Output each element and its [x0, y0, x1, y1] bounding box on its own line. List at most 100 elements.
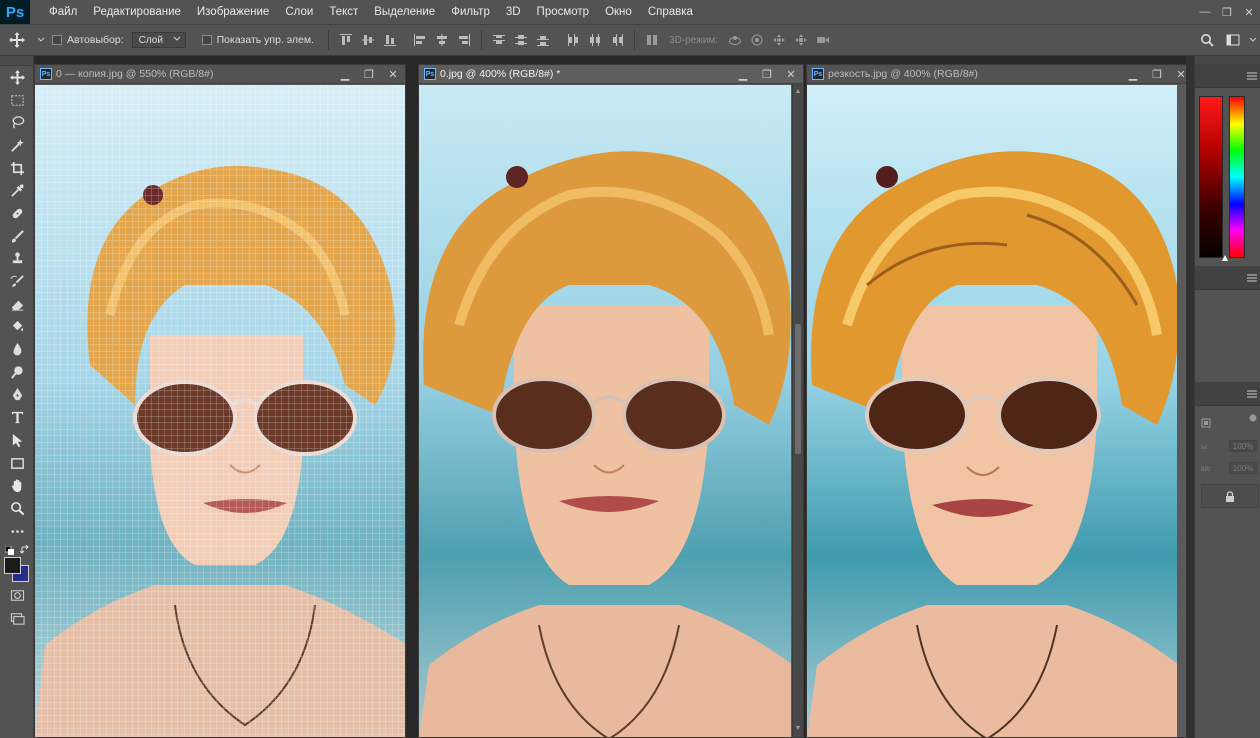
- menu-help[interactable]: Справка: [640, 0, 701, 24]
- align-top-edges-button[interactable]: [335, 29, 357, 51]
- lasso-tool[interactable]: [0, 111, 34, 134]
- distribute-right-button[interactable]: [606, 29, 628, 51]
- pen-tool[interactable]: [0, 384, 34, 407]
- document-tab[interactable]: Ps 0 — копия.jpg @ 550% (RGB/8#) ▁ ❐ ✕: [35, 65, 405, 84]
- eyedropper-tool[interactable]: [0, 179, 34, 202]
- marquee-tool[interactable]: [0, 89, 34, 112]
- hue-slider-marker-icon[interactable]: [1222, 255, 1228, 261]
- menu-file[interactable]: Файл: [41, 0, 85, 24]
- restore-app-button[interactable]: ❐: [1216, 0, 1238, 24]
- menu-view[interactable]: Просмотр: [529, 0, 598, 24]
- paint-bucket-tool[interactable]: [0, 316, 34, 339]
- document-window-original[interactable]: Ps 0.jpg @ 400% (RGB/8#) * ▁ ❐ ✕ ▲ ▼: [418, 64, 804, 738]
- minimize-document-button[interactable]: ▁: [333, 65, 357, 84]
- adjustments-panel-tab[interactable]: [1195, 266, 1260, 290]
- menu-window[interactable]: Окно: [597, 0, 640, 24]
- menu-edit[interactable]: Редактирование: [85, 0, 189, 24]
- close-document-button[interactable]: ✕: [779, 65, 803, 84]
- 3d-slide-button[interactable]: [790, 29, 812, 51]
- search-button[interactable]: [1194, 25, 1220, 55]
- panel-menu-icon[interactable]: [1247, 390, 1257, 398]
- document-canvas[interactable]: [35, 85, 405, 737]
- 3d-pan-button[interactable]: [768, 29, 790, 51]
- menu-select[interactable]: Выделение: [366, 0, 443, 24]
- align-bottom-edges-button[interactable]: [379, 29, 401, 51]
- show-transform-checkbox[interactable]: [201, 35, 212, 45]
- document-window-copy[interactable]: Ps 0 — копия.jpg @ 550% (RGB/8#) ▁ ❐ ✕: [34, 64, 406, 738]
- hue-spectrum-slider[interactable]: [1229, 96, 1245, 258]
- type-tool[interactable]: [0, 406, 34, 429]
- rectangle-tool[interactable]: [0, 452, 34, 475]
- color-shade-field[interactable]: [1199, 96, 1223, 258]
- filter-toggle-icon[interactable]: [1249, 414, 1257, 422]
- auto-select-checkbox[interactable]: [52, 35, 62, 45]
- brush-tool[interactable]: [0, 225, 34, 248]
- document-window-sharpened[interactable]: Ps резкость.jpg @ 400% (RGB/8#) ▁ ❐ ✕: [806, 64, 1194, 738]
- hand-tool[interactable]: [0, 474, 34, 497]
- 3d-scale-button[interactable]: [812, 29, 834, 51]
- document-canvas[interactable]: [807, 85, 1177, 737]
- clone-stamp-tool[interactable]: [0, 248, 34, 271]
- scroll-down-icon[interactable]: ▼: [794, 725, 802, 733]
- vertical-scrollbar[interactable]: ▲ ▼: [792, 84, 803, 737]
- distribute-hcenter-button[interactable]: [584, 29, 606, 51]
- screen-mode-button[interactable]: [0, 607, 34, 630]
- menu-filter[interactable]: Фильтр: [443, 0, 498, 24]
- move-tool[interactable]: [0, 66, 34, 89]
- layer-filter-icon[interactable]: [1201, 418, 1211, 428]
- restore-document-button[interactable]: ❐: [755, 65, 779, 84]
- scroll-up-icon[interactable]: ▲: [794, 88, 802, 96]
- healing-brush-tool[interactable]: [0, 202, 34, 225]
- restore-document-button[interactable]: ❐: [1145, 65, 1169, 84]
- panel-menu-icon[interactable]: [1247, 72, 1257, 80]
- dodge-tool[interactable]: [0, 361, 34, 384]
- chevron-down-icon[interactable]: [37, 36, 45, 44]
- layers-panel-tab[interactable]: [1195, 382, 1260, 406]
- tool-preset-picker[interactable]: [0, 25, 34, 55]
- menu-layer[interactable]: Слои: [277, 0, 321, 24]
- opacity-field[interactable]: 100%: [1229, 440, 1257, 452]
- auto-align-layers-button[interactable]: [641, 29, 663, 51]
- minimize-document-button[interactable]: ▁: [731, 65, 755, 84]
- document-tab[interactable]: Ps 0.jpg @ 400% (RGB/8#) * ▁ ❐ ✕: [419, 65, 803, 84]
- history-brush-tool[interactable]: [0, 270, 34, 293]
- document-tab[interactable]: Ps резкость.jpg @ 400% (RGB/8#) ▁ ❐ ✕: [807, 65, 1193, 84]
- menu-type[interactable]: Текст: [321, 0, 366, 24]
- auto-select-dropdown[interactable]: Слой: [131, 32, 186, 48]
- quick-mask-button[interactable]: [0, 584, 34, 607]
- menu-image[interactable]: Изображение: [189, 0, 277, 24]
- edit-toolbar-button[interactable]: [0, 520, 34, 543]
- scrollbar-thumb[interactable]: [795, 324, 801, 454]
- workspace-menu[interactable]: [1246, 25, 1260, 55]
- distribute-bottom-button[interactable]: [532, 29, 554, 51]
- distribute-left-button[interactable]: [562, 29, 584, 51]
- foreground-color-swatch[interactable]: [4, 557, 21, 575]
- toolbar-grip[interactable]: [0, 56, 33, 66]
- workspace-switcher[interactable]: [1220, 25, 1246, 55]
- lock-all-button[interactable]: [1201, 484, 1259, 508]
- restore-document-button[interactable]: ❐: [357, 65, 381, 84]
- distribute-top-button[interactable]: [488, 29, 510, 51]
- align-vertical-centers-button[interactable]: [357, 29, 379, 51]
- menu-3d[interactable]: 3D: [498, 0, 529, 24]
- align-right-edges-button[interactable]: [453, 29, 475, 51]
- eraser-tool[interactable]: [0, 293, 34, 316]
- align-horizontal-centers-button[interactable]: [431, 29, 453, 51]
- close-document-button[interactable]: ✕: [381, 65, 405, 84]
- fill-field[interactable]: 100%: [1229, 462, 1257, 474]
- path-selection-tool[interactable]: [0, 429, 34, 452]
- swap-colors-icon[interactable]: [20, 545, 30, 555]
- minimize-document-button[interactable]: ▁: [1121, 65, 1145, 84]
- color-panel-tab[interactable]: [1195, 64, 1260, 88]
- 3d-roll-button[interactable]: [746, 29, 768, 51]
- 3d-orbit-button[interactable]: [724, 29, 746, 51]
- collapse-panels-bar[interactable]: [1195, 56, 1260, 64]
- close-app-button[interactable]: ✕: [1238, 0, 1260, 24]
- default-colors-icon[interactable]: [5, 546, 14, 556]
- zoom-tool[interactable]: [0, 497, 34, 520]
- panel-menu-icon[interactable]: [1247, 274, 1257, 282]
- align-left-edges-button[interactable]: [409, 29, 431, 51]
- magic-wand-tool[interactable]: [0, 134, 34, 157]
- crop-tool[interactable]: [0, 157, 34, 180]
- distribute-vcenter-button[interactable]: [510, 29, 532, 51]
